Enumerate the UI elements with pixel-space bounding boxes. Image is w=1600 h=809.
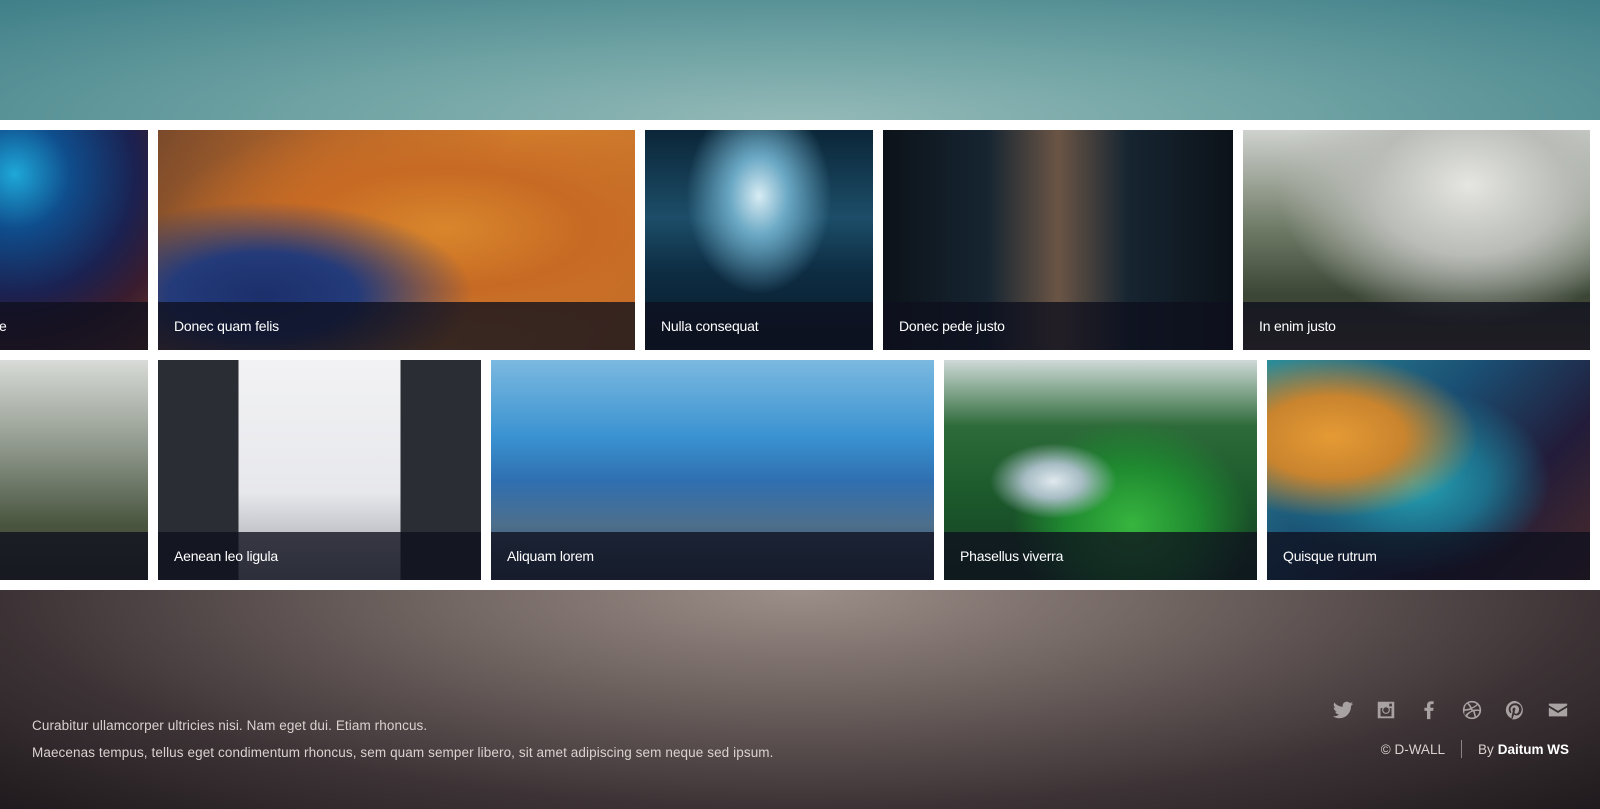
- author-link[interactable]: Daitum WS: [1498, 742, 1569, 757]
- tile-caption: Donec pede justo: [883, 302, 1233, 350]
- gallery-tile[interactable]: e: [0, 130, 148, 350]
- image-gallery: e Donec quam felis Nulla consequat Donec…: [0, 120, 1600, 590]
- gallery-tile[interactable]: Phasellus viverra: [944, 360, 1257, 580]
- tile-caption: Nulla consequat: [645, 302, 873, 350]
- footer-line-2: Maecenas tempus, tellus eget condimentum…: [32, 745, 774, 760]
- pinterest-icon[interactable]: [1502, 697, 1527, 722]
- tile-caption: e: [0, 302, 148, 350]
- tile-caption: Aenean leo ligula: [158, 532, 481, 580]
- footer-description: Curabitur ullamcorper ultricies nisi. Na…: [32, 712, 774, 766]
- tile-caption: Aliquam lorem: [491, 532, 934, 580]
- gallery-tile[interactable]: [0, 360, 148, 580]
- tile-caption: Phasellus viverra: [944, 532, 1257, 580]
- social-links: [1330, 697, 1570, 722]
- gallery-tile[interactable]: Aliquam lorem: [491, 360, 934, 580]
- credits-divider: [1460, 740, 1462, 758]
- footer-line-1: Curabitur ullamcorper ultricies nisi. Na…: [32, 718, 428, 733]
- gallery-tile[interactable]: Donec pede justo: [883, 130, 1233, 350]
- tile-caption: Donec quam felis: [158, 302, 635, 350]
- dribbble-icon[interactable]: [1459, 697, 1484, 722]
- gallery-tile[interactable]: Nulla consequat: [645, 130, 873, 350]
- gallery-tile[interactable]: In enim justo: [1243, 130, 1590, 350]
- email-icon[interactable]: [1545, 697, 1570, 722]
- gallery-tile[interactable]: Quisque rutrum: [1267, 360, 1590, 580]
- tile-caption: [0, 532, 148, 580]
- twitter-icon[interactable]: [1330, 697, 1355, 722]
- footer-credits: © D-WALL By Daitum WS: [1381, 740, 1569, 758]
- by-label: By: [1477, 741, 1494, 757]
- tile-caption: Quisque rutrum: [1267, 532, 1590, 580]
- facebook-icon[interactable]: [1416, 697, 1441, 722]
- instagram-icon[interactable]: [1373, 697, 1398, 722]
- copyright-text: © D-WALL: [1380, 741, 1445, 757]
- gallery-tile[interactable]: Donec quam felis: [158, 130, 635, 350]
- tile-caption: In enim justo: [1243, 302, 1590, 350]
- gallery-tile[interactable]: Aenean leo ligula: [158, 360, 481, 580]
- header-background: [0, 0, 1600, 120]
